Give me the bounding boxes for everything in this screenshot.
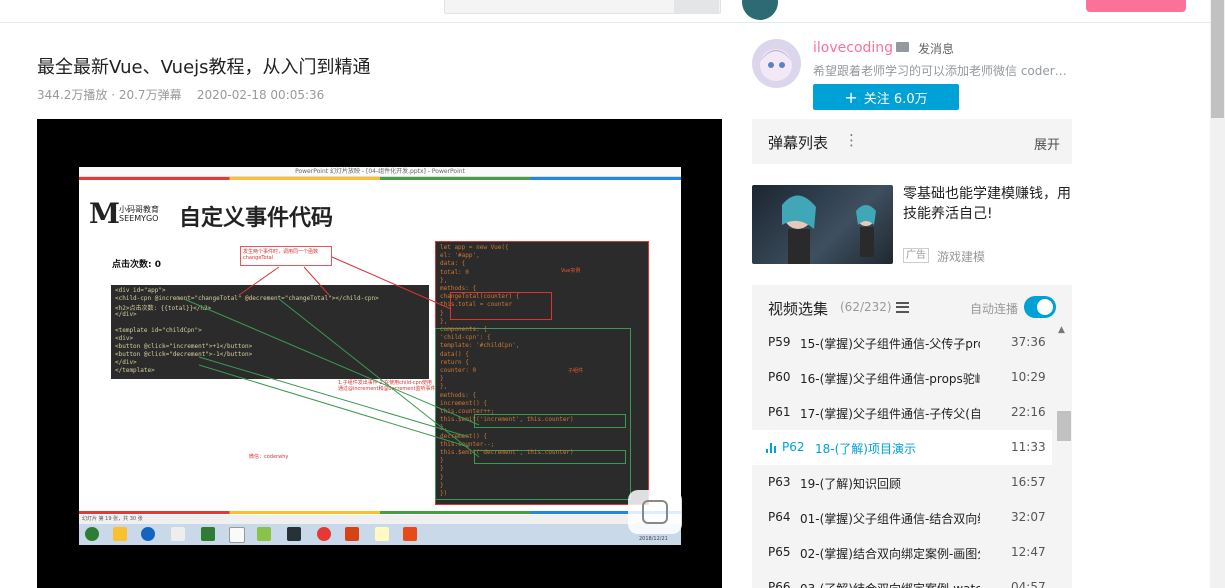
slide-bottom-strip [79, 511, 681, 514]
episode-duration: 16:57 [1011, 475, 1046, 489]
meta-separator: · [111, 88, 116, 102]
episode-duration: 37:36 [1011, 335, 1046, 349]
anime-avatar-icon [760, 49, 792, 81]
episode-duration: 11:33 [1011, 440, 1046, 454]
danmaku-expand-button[interactable]: 展开 [1034, 134, 1060, 153]
now-playing-bar [770, 443, 772, 453]
danmaku-count: 20.7万弹幕 [118, 88, 182, 102]
taskbar-app-icon [403, 527, 417, 541]
taskbar-app-icon [171, 527, 185, 541]
episode-title: 18-(了解)项目演示 [815, 442, 916, 456]
playlist-item[interactable]: P64 01-(掌握)父子组件通信-结合双向绑定案例 32:07 [752, 500, 1052, 535]
episode-number: P65 [768, 545, 791, 559]
toggle-knob [1037, 299, 1053, 315]
episode-duration: 04:57 [1011, 580, 1046, 588]
ad-source[interactable]: 游戏建模 [937, 248, 985, 265]
uploader-avatar[interactable] [752, 39, 801, 88]
playlist-item[interactable]: P63 19-(了解)知识回顾 16:57 [752, 465, 1052, 500]
taskbar-app-icon [113, 527, 127, 541]
episode-title: 03-(了解)结合双向绑定案例-watch实现 [800, 580, 980, 588]
episode-number: P59 [768, 335, 791, 349]
episode-playlist: 视频选集 (62/232) 自动连播 ▲ P59 15-(掌握)父子组件通信-父传… [752, 285, 1072, 588]
playlist-item[interactable]: P62 18-(了解)项目演示 11:33 [752, 430, 1052, 465]
danmaku-list-header[interactable]: 弹幕列表 ⋮ 展开 [752, 119, 1072, 164]
episode-title: 01-(掌握)父子组件通信-结合双向绑定案例 [800, 512, 980, 526]
uploader-description: 希望跟着老师学习的可以添加老师微信 coder… [813, 64, 1067, 78]
episode-title: 15-(掌握)父子组件通信-父传子props [800, 337, 980, 351]
taskbar-app-icon [287, 527, 301, 541]
follow-label: 关注 6.0万 [863, 91, 928, 107]
episode-duration: 12:47 [1011, 545, 1046, 559]
episode-duration: 10:29 [1011, 370, 1046, 384]
taskbar-app-icon [229, 527, 245, 543]
episode-duration: 22:16 [1011, 405, 1046, 419]
playlist-item[interactable]: P60 16-(掌握)父子组件通信-props驼峰标识 10:29 [752, 360, 1052, 395]
taskbar-clock: 2018/12/21 [639, 536, 668, 542]
episode-title: 17-(掌握)父子组件通信-子传父(自定义事件) [800, 407, 980, 421]
user-avatar[interactable] [742, 0, 778, 20]
view-count: 344.2万播放 [37, 88, 108, 102]
top-nav-bar [0, 0, 1210, 23]
playlist-item[interactable]: P61 17-(掌握)父子组件通信-子传父(自定义事件) 22:16 [752, 395, 1052, 430]
now-playing-icon [766, 443, 776, 453]
taskbar-app-icon [257, 527, 271, 541]
slide-arrows [183, 256, 480, 458]
episode-title: 16-(掌握)父子组件通信-props驼峰标识 [800, 372, 980, 386]
taskbar-app-icon [141, 527, 155, 541]
now-playing-bar [766, 449, 768, 453]
send-message-link[interactable]: 发消息 [918, 40, 954, 57]
publish-date: 2020-02-18 00:05:36 [196, 88, 325, 102]
taskbar-app-icon [345, 527, 359, 541]
episode-title: 02-(掌握)结合双向绑定案例-画图分析 [800, 547, 980, 561]
taskbar-app-icon [201, 527, 215, 541]
search-button[interactable] [674, 0, 719, 13]
episode-number: P64 [768, 510, 791, 524]
ad-image [782, 195, 876, 264]
taskbar-app-icon [375, 527, 389, 541]
episode-number: P61 [768, 405, 791, 419]
playlist-count: (62/232) [840, 300, 892, 314]
playlist-item[interactable]: P65 02-(掌握)结合双向绑定案例-画图分析 12:47 [752, 535, 1052, 570]
now-playing-bar [774, 446, 776, 453]
page-scrollbar-thumb[interactable] [1211, 0, 1224, 118]
episode-duration: 32:07 [1011, 510, 1046, 524]
episode-number: P62 [782, 440, 805, 454]
play-button[interactable] [628, 490, 682, 534]
list-view-icon[interactable] [896, 302, 909, 313]
episode-number: P60 [768, 370, 791, 384]
plus-icon: + [844, 87, 858, 107]
autoplay-label: 自动连播 [970, 302, 1019, 316]
episode-number: P66 [768, 580, 791, 588]
scroll-up-arrow-icon[interactable]: ▲ [1058, 325, 1065, 335]
playlist-title: 视频选集 [768, 300, 829, 318]
video-meta: 344.2万播放 · 20.7万弹幕 2020-02-18 00:05:36 [37, 86, 324, 103]
video-title: 最全最新Vue、Vuejs教程，从入门到精通 [37, 57, 371, 78]
danmaku-list-label: 弹幕列表 [768, 134, 829, 152]
upload-button[interactable] [1086, 0, 1186, 12]
playlist-item[interactable]: P59 15-(掌握)父子组件通信-父传子props 37:36 [752, 325, 1052, 360]
tv-play-icon [642, 500, 668, 524]
windows-taskbar: 2018/12/21 [79, 524, 681, 545]
taskbar-app-icon [317, 527, 331, 541]
follow-button[interactable]: + 关注 6.0万 [813, 84, 959, 110]
more-vertical-icon[interactable]: ⋮ [844, 131, 859, 149]
video-player[interactable]: PowerPoint 幻灯片放映 - [04-组件化开发.pptx] - Pow… [37, 119, 722, 588]
uploader-name[interactable]: ilovecoding [813, 40, 893, 56]
ad-title[interactable]: 零基础也能学建模赚钱，用技能养活自己! [903, 184, 1078, 224]
ppt-status-bar: 幻灯片 第 19 张，共 30 张 [79, 515, 681, 524]
episode-number: P63 [768, 475, 791, 489]
autoplay-toggle[interactable] [1024, 296, 1056, 318]
episode-title: 19-(了解)知识回顾 [800, 477, 901, 491]
envelope-icon[interactable] [896, 42, 909, 52]
start-icon [85, 527, 99, 541]
slide-screen: PowerPoint 幻灯片放映 - [04-组件化开发.pptx] - Pow… [79, 167, 681, 545]
ad-thumbnail[interactable] [752, 185, 893, 264]
playlist-item[interactable]: P66 03-(了解)结合双向绑定案例-watch实现 04:57 [752, 570, 1052, 588]
playlist-scrollbar-thumb[interactable] [1057, 411, 1071, 441]
ad-badge: 广告 [903, 248, 929, 263]
